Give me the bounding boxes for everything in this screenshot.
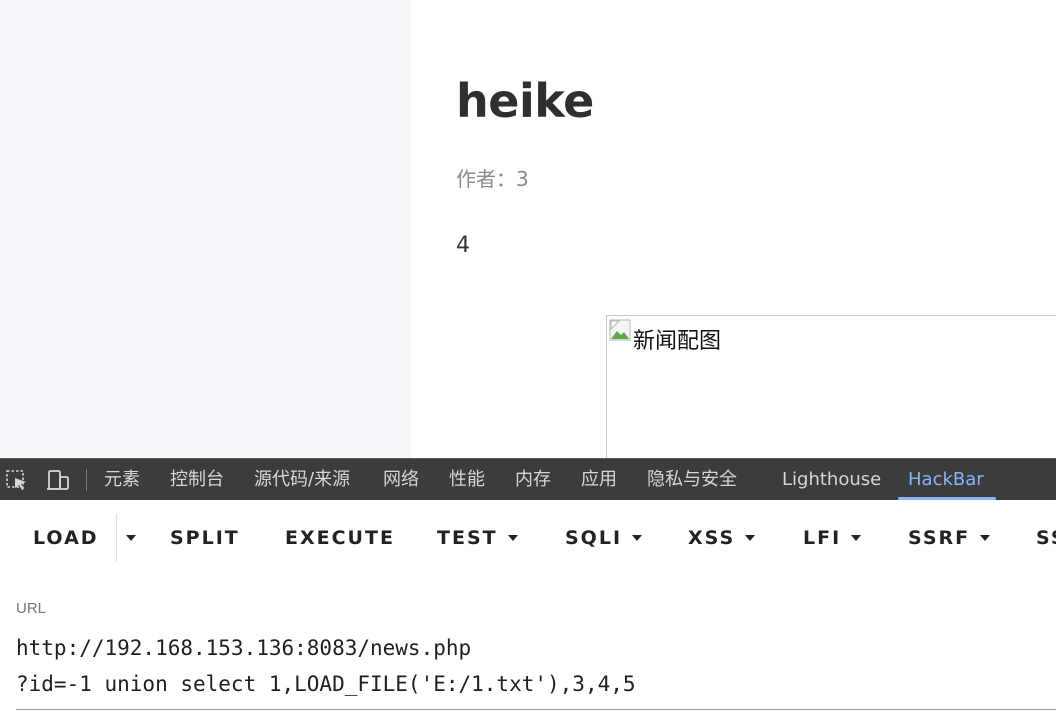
tab-privacy-security[interactable]: 隐私与安全 (647, 459, 737, 501)
broken-image-icon (609, 319, 631, 341)
load-button[interactable]: LOAD (33, 524, 99, 552)
device-toolbar-icon[interactable] (46, 469, 70, 491)
test-menu-button[interactable]: TEST (437, 524, 518, 552)
lfi-menu-label: LFI (803, 527, 842, 549)
tab-memory[interactable]: 内存 (515, 459, 551, 501)
url-textarea[interactable]: http://192.168.153.136:8083/news.php ?id… (16, 630, 1056, 710)
test-menu-label: TEST (437, 527, 498, 549)
split-button[interactable]: SPLIT (170, 524, 240, 552)
devtools-tab-bar: 元素 控制台 源代码/来源 网络 性能 内存 应用 隐私与安全 Lighthou… (0, 458, 1056, 500)
inspect-element-icon[interactable] (5, 469, 29, 491)
news-image-alt-text: 新闻配图 (633, 329, 722, 354)
chevron-down-icon (745, 535, 756, 541)
page-left-gutter (0, 0, 411, 458)
ssrf-menu-label: SSRF (908, 527, 971, 549)
hackbar-toolbar: LOAD SPLIT EXECUTE TEST SQLI XSS LFI SSR… (0, 500, 1056, 576)
ssti-menu-label: SS (1036, 527, 1056, 549)
chevron-down-icon (507, 535, 518, 541)
tab-lighthouse[interactable]: Lighthouse (782, 459, 881, 501)
article: heike 作者：3 4 新闻配图 (411, 0, 1056, 458)
ssrf-menu-button[interactable]: SSRF (908, 524, 991, 552)
url-label: URL (16, 600, 47, 617)
chevron-down-icon (632, 535, 643, 541)
news-image: 新闻配图 (606, 315, 1056, 458)
devtools-separator (86, 469, 87, 491)
chevron-down-icon (126, 535, 136, 541)
article-author: 作者：3 (456, 167, 529, 191)
web-page: heike 作者：3 4 新闻配图 (0, 0, 1056, 458)
load-dropdown-button[interactable] (116, 514, 144, 562)
tab-console[interactable]: 控制台 (170, 459, 224, 501)
tab-sources[interactable]: 源代码/来源 (254, 459, 350, 501)
chevron-down-icon (980, 535, 991, 541)
chevron-down-icon (851, 535, 862, 541)
split-button-label: SPLIT (170, 527, 240, 549)
url-section: URL http://192.168.153.136:8083/news.php… (0, 576, 1056, 726)
xss-menu-button[interactable]: XSS (688, 524, 756, 552)
lfi-menu-button[interactable]: LFI (803, 524, 862, 552)
sqli-menu-label: SQLI (565, 527, 623, 549)
load-button-label: LOAD (33, 527, 99, 549)
sqli-menu-button[interactable]: SQLI (565, 524, 643, 552)
tab-network[interactable]: 网络 (383, 459, 419, 501)
tab-performance[interactable]: 性能 (449, 459, 485, 501)
execute-button[interactable]: EXECUTE (285, 524, 395, 552)
execute-button-label: EXECUTE (285, 527, 395, 549)
tab-application[interactable]: 应用 (581, 459, 617, 501)
tab-elements[interactable]: 元素 (104, 459, 140, 501)
xss-menu-label: XSS (688, 527, 736, 549)
ssti-menu-button[interactable]: SS (1036, 524, 1056, 552)
tab-hackbar[interactable]: HackBar (908, 459, 984, 501)
article-title: heike (456, 74, 594, 128)
article-body: 4 (456, 233, 470, 258)
